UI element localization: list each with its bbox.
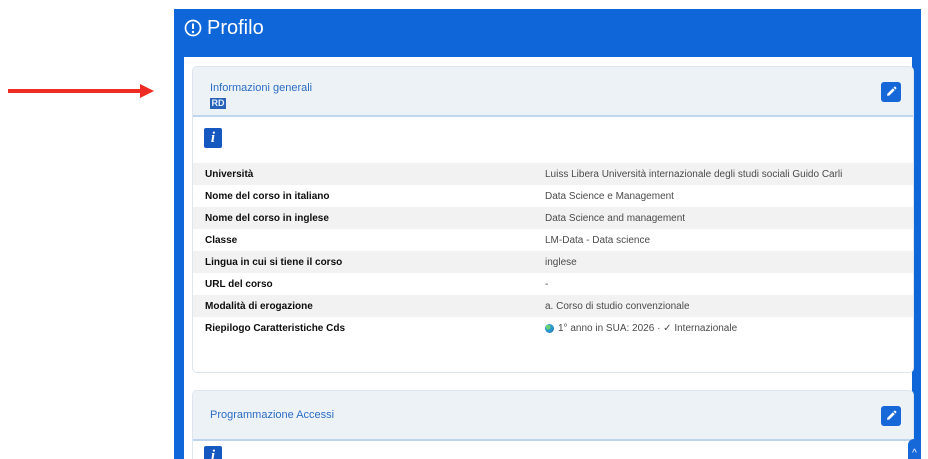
pencil-icon: [887, 86, 897, 96]
table-label: Riepilogo Caratteristiche Cds: [205, 322, 346, 334]
table-row: Classe LM-Data - Data science: [193, 229, 913, 251]
table-label: Nome del corso in italiano: [205, 190, 330, 202]
programming-access-edit-button[interactable]: [881, 406, 901, 426]
screenshot-stage: Profilo Informazioni generali RD i Unive…: [0, 0, 928, 459]
profile-panel: Profilo Informazioni generali RD i Unive…: [174, 9, 921, 459]
red-arrow-icon: [8, 84, 154, 98]
table-label: Classe: [205, 234, 238, 246]
table-value: Data Science e Management: [545, 190, 674, 202]
chevron-up-icon: ^: [912, 448, 917, 459]
table-value: 1° anno in SUA: 2026 · ✓ Internazionale: [545, 323, 737, 334]
table-label: Modalità di erogazione: [205, 300, 313, 312]
table-value: a. Corso di studio convenzionale: [545, 300, 690, 312]
alert-circle-icon: [184, 19, 202, 37]
table-value: Data Science and management: [545, 212, 686, 224]
programming-access-title: Programmazione Accessi: [210, 409, 335, 421]
info-icon: i: [210, 447, 216, 459]
table-label: Lingua in cui si tiene il corso: [205, 256, 343, 268]
table-row: Lingua in cui si tiene il corso inglese: [193, 251, 913, 273]
general-info-info-button[interactable]: i: [204, 128, 222, 148]
table-value: LM-Data - Data science: [545, 234, 651, 246]
table-label: Nome del corso in inglese: [205, 212, 329, 224]
summary-text: 1° anno in SUA: 2026 · ✓ Internazionale: [558, 322, 738, 334]
table-value: Luiss Libera Università internazionale d…: [545, 168, 843, 180]
general-info-card: Informazioni generali RD i Università Lu…: [192, 66, 914, 373]
table-row: URL del corso -: [193, 273, 913, 295]
globe-icon: [545, 323, 554, 333]
table-row: Nome del corso in italiano Data Science …: [193, 185, 913, 207]
programming-access-card: Programmazione Accessi i: [192, 390, 914, 459]
programming-access-info-button[interactable]: i: [204, 446, 222, 459]
info-icon: i: [210, 129, 216, 146]
general-info-header: Informazioni generali RD: [193, 67, 913, 117]
general-info-edit-button[interactable]: [881, 82, 901, 102]
profile-header: Profilo: [184, 14, 264, 42]
profile-content: Informazioni generali RD i Università Lu…: [184, 57, 914, 459]
table-label: URL del corso: [205, 278, 273, 290]
table-row: Modalità di erogazione a. Corso di studi…: [193, 295, 913, 317]
rd-tag: RD: [210, 98, 226, 109]
table-value: -: [545, 278, 549, 290]
general-info-title: Informazioni generali: [210, 82, 313, 94]
pencil-icon: [887, 410, 897, 420]
general-info-table: Università Luiss Libera Università inter…: [193, 163, 913, 339]
side-tab-button[interactable]: ^: [908, 439, 921, 459]
table-row: Università Luiss Libera Università inter…: [193, 163, 913, 185]
table-row: Nome del corso in inglese Data Science a…: [193, 207, 913, 229]
table-label: Università: [205, 168, 254, 180]
programming-access-header: Programmazione Accessi: [193, 391, 913, 441]
page-title: Profilo: [207, 17, 264, 39]
table-value: inglese: [545, 256, 577, 268]
table-row: Riepilogo Caratteristiche Cds 1° anno in…: [193, 317, 913, 339]
